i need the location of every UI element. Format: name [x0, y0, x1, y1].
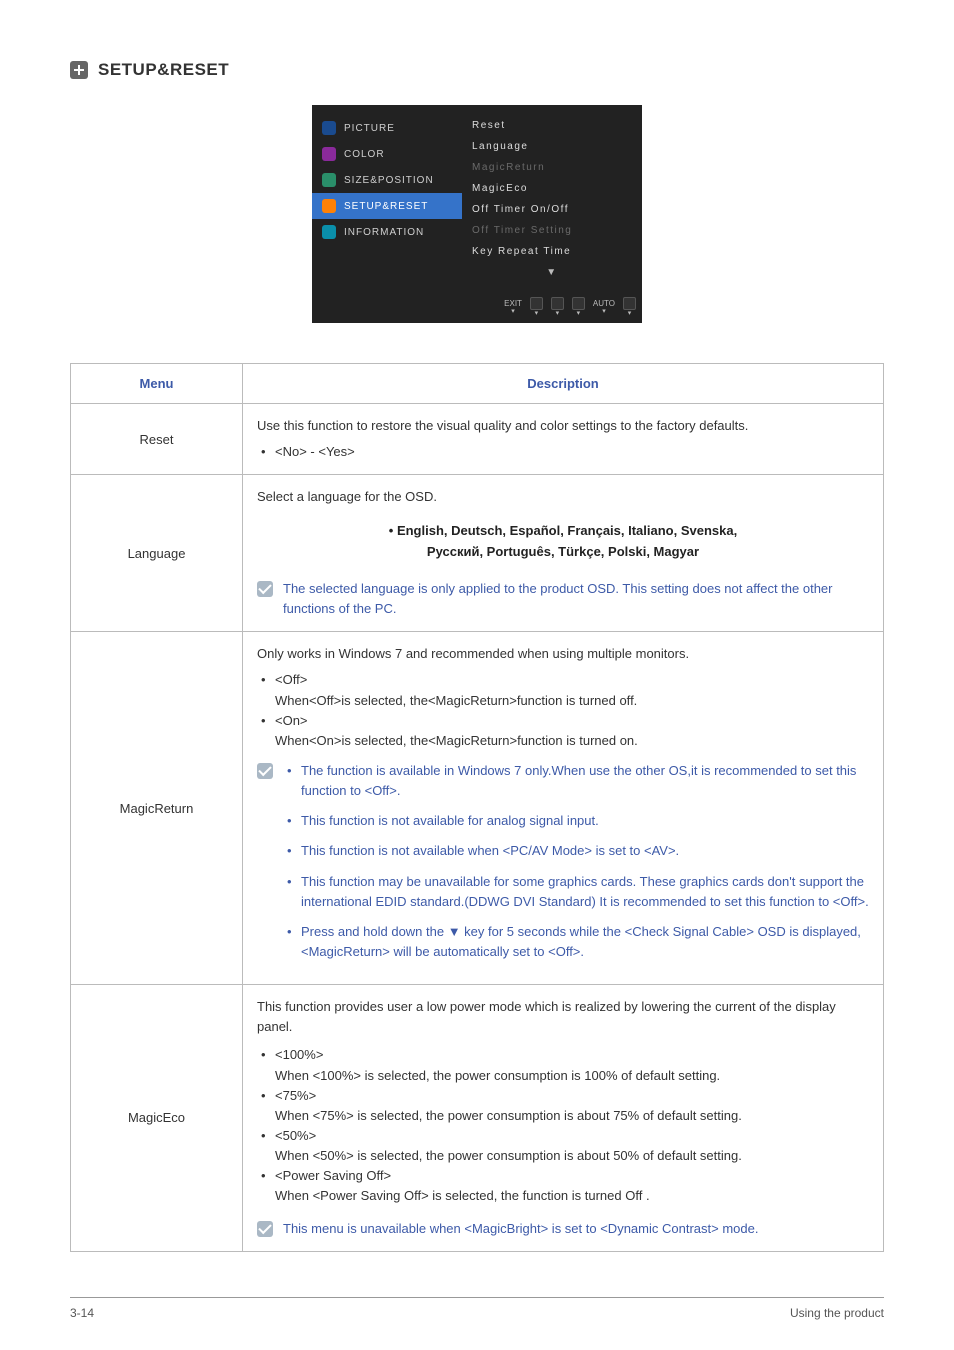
magiceco-option-label: <100%>	[275, 1045, 869, 1065]
magicreturn-note-item: The function is available in Windows 7 o…	[283, 761, 869, 801]
osd-left-label: PICTURE	[344, 123, 395, 134]
note-icon	[257, 1221, 273, 1237]
magiceco-option: <Power Saving Off>When <Power Saving Off…	[257, 1166, 869, 1206]
osd-left-label: SIZE&POSITION	[344, 175, 434, 186]
reset-option: <No> - <Yes>	[257, 442, 869, 462]
osd-bottom-button: EXIT▾	[504, 300, 522, 315]
osd-right-item: Reset	[462, 115, 642, 136]
mr-off-desc: When<Off>is selected, the<MagicReturn>fu…	[275, 691, 869, 711]
magiceco-option-label: <50%>	[275, 1126, 869, 1146]
magicreturn-note-item: Press and hold down the ▼ key for 5 seco…	[283, 922, 869, 962]
desc-magiceco: This function provides user a low power …	[243, 985, 884, 1252]
menu-reset: Reset	[71, 404, 243, 475]
magiceco-option-label: <Power Saving Off>	[275, 1166, 869, 1186]
osd-right-item: Off Timer Setting	[462, 220, 642, 241]
mr-off-label: <Off>	[275, 670, 869, 690]
settings-table: Menu Description Reset Use this function…	[70, 363, 884, 1252]
osd-category-icon	[322, 147, 336, 161]
magiceco-option: <50%>When <50%> is selected, the power c…	[257, 1126, 869, 1166]
osd-bottom-button: ▾	[572, 297, 585, 317]
mr-on-desc: When<On>is selected, the<MagicReturn>fun…	[275, 731, 869, 751]
osd-bottom-button: ▾	[551, 297, 564, 317]
desc-magicreturn: Only works in Windows 7 and recommended …	[243, 632, 884, 985]
osd-category-icon	[322, 225, 336, 239]
osd-left-item: SETUP&RESET	[312, 193, 462, 219]
language-intro: Select a language for the OSD.	[257, 487, 869, 507]
footer-right: Using the product	[790, 1306, 884, 1320]
osd-right-item: Off Timer On/Off	[462, 199, 642, 220]
magicreturn-intro: Only works in Windows 7 and recommended …	[257, 644, 869, 664]
menu-magicreturn: MagicReturn	[71, 632, 243, 985]
col-description: Description	[243, 364, 884, 404]
osd-bottom-button: ▾	[623, 297, 636, 317]
section-heading: SETUP&RESET	[70, 60, 884, 80]
magiceco-note: This menu is unavailable when <MagicBrig…	[283, 1219, 869, 1239]
magicreturn-note-item: This function is not available when <PC/…	[283, 841, 869, 861]
col-menu: Menu	[71, 364, 243, 404]
note-icon	[257, 763, 273, 779]
osd-screenshot: PICTURE COLOR SIZE&POSITION SETUP&RESET INFO…	[312, 105, 642, 323]
osd-bottom-button: AUTO▾	[593, 300, 615, 315]
language-list-1: • English, Deutsch, Español, Français, I…	[257, 521, 869, 542]
osd-right-item: Language	[462, 136, 642, 157]
osd-right-item: MagicReturn	[462, 157, 642, 178]
magicreturn-note-item: This function may be unavailable for som…	[283, 872, 869, 912]
osd-left-item: SIZE&POSITION	[312, 167, 462, 193]
osd-left-item: PICTURE	[312, 115, 462, 141]
language-note: The selected language is only applied to…	[283, 579, 869, 619]
osd-left-label: COLOR	[344, 149, 385, 160]
osd-down-arrow-icon: ▼	[462, 262, 642, 283]
language-list-2: Русский, Português, Türkçe, Polski, Magy…	[257, 542, 869, 563]
setup-reset-icon	[70, 61, 88, 79]
magiceco-option-desc: When <Power Saving Off> is selected, the…	[275, 1186, 869, 1206]
osd-left-label: SETUP&RESET	[344, 201, 428, 212]
menu-magiceco: MagicEco	[71, 985, 243, 1252]
osd-left-item: COLOR	[312, 141, 462, 167]
osd-left-item: INFORMATION	[312, 219, 462, 245]
menu-language: Language	[71, 475, 243, 632]
magicreturn-note-item: This function is not available for analo…	[283, 811, 869, 831]
magiceco-option-label: <75%>	[275, 1086, 869, 1106]
page-footer: 3-14 Using the product	[70, 1297, 884, 1320]
desc-language: Select a language for the OSD. • English…	[243, 475, 884, 632]
osd-category-icon	[322, 121, 336, 135]
note-icon	[257, 581, 273, 597]
magiceco-option-desc: When <100%> is selected, the power consu…	[275, 1066, 869, 1086]
magiceco-intro: This function provides user a low power …	[257, 997, 869, 1037]
osd-left-label: INFORMATION	[344, 227, 424, 238]
magiceco-option: <100%>When <100%> is selected, the power…	[257, 1045, 869, 1085]
osd-category-icon	[322, 173, 336, 187]
osd-bottom-button: ▾	[530, 297, 543, 317]
reset-intro: Use this function to restore the visual …	[257, 416, 869, 436]
magiceco-option-desc: When <50%> is selected, the power consum…	[275, 1146, 869, 1166]
mr-on-label: <On>	[275, 711, 869, 731]
osd-right-item: Key Repeat Time	[462, 241, 642, 262]
section-title: SETUP&RESET	[98, 60, 229, 80]
osd-category-icon	[322, 199, 336, 213]
osd-right-item: MagicEco	[462, 178, 642, 199]
desc-reset: Use this function to restore the visual …	[243, 404, 884, 475]
magiceco-option: <75%>When <75%> is selected, the power c…	[257, 1086, 869, 1126]
magiceco-option-desc: When <75%> is selected, the power consum…	[275, 1106, 869, 1126]
footer-left: 3-14	[70, 1306, 94, 1320]
